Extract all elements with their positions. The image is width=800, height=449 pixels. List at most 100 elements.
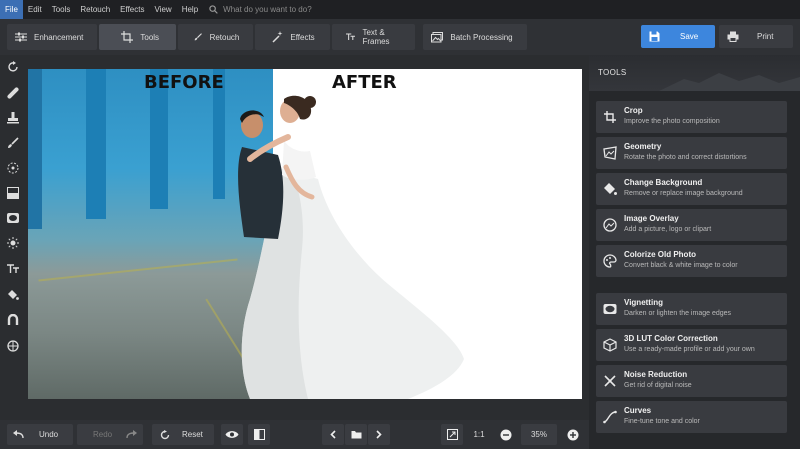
tab-enhancement-label: Enhancement xyxy=(34,32,84,42)
tool-title: Noise Reduction xyxy=(624,370,688,379)
tab-tools-label: Tools xyxy=(140,32,160,42)
zoom-value[interactable]: 35% xyxy=(521,424,557,445)
bandage-icon xyxy=(7,87,19,99)
menu-retouch[interactable]: Retouch xyxy=(75,0,115,19)
radial-tool[interactable] xyxy=(5,160,21,176)
bottom-bar: Undo Redo Reset 1:1 35% xyxy=(0,420,589,449)
undo-button[interactable]: Undo xyxy=(7,424,73,445)
fill-tool[interactable] xyxy=(5,287,21,303)
tool-noise-reduction[interactable]: Noise Reduction Get rid of digital noise xyxy=(596,365,787,397)
zoom-in-button[interactable] xyxy=(563,424,583,445)
target-tool[interactable] xyxy=(5,338,21,354)
reset-icon xyxy=(160,429,170,439)
redo-label: Redo xyxy=(93,430,113,439)
tool-desc: Convert black & white image to color xyxy=(624,262,738,269)
tool-title: Vignetting xyxy=(624,298,663,307)
magnet-icon xyxy=(7,314,19,325)
menu-help[interactable]: Help xyxy=(177,0,203,19)
menu-edit[interactable]: Edit xyxy=(23,0,47,19)
tab-batch-processing[interactable]: Batch Processing xyxy=(423,24,527,50)
tab-retouch[interactable]: Retouch xyxy=(178,24,254,50)
tool-desc: Get rid of digital noise xyxy=(624,382,692,389)
noise-icon xyxy=(604,375,616,387)
tool-desc: Remove or replace image background xyxy=(624,190,743,197)
before-label: BEFORE xyxy=(144,72,224,93)
vignette-tool[interactable] xyxy=(5,210,21,226)
sliders-icon xyxy=(15,32,27,42)
geometry-icon xyxy=(603,146,617,160)
undo-icon xyxy=(13,430,24,439)
vignette-icon xyxy=(7,213,19,223)
crop-icon xyxy=(121,31,134,43)
brush-tool[interactable] xyxy=(5,135,21,151)
tool-crop[interactable]: Crop Improve the photo composition xyxy=(596,101,787,133)
zoom-out-button[interactable] xyxy=(496,424,516,445)
zoom-out-icon xyxy=(500,429,512,440)
photo-canvas[interactable]: BEFORE AFTER xyxy=(28,69,582,399)
light-tool[interactable] xyxy=(5,235,21,251)
gradient-tool[interactable] xyxy=(5,185,21,201)
next-image-button[interactable] xyxy=(368,424,390,445)
tool-desc: Fine-tune tone and color xyxy=(624,418,700,425)
open-folder-button[interactable] xyxy=(345,424,367,445)
prev-image-button[interactable] xyxy=(322,424,344,445)
eye-icon xyxy=(225,431,239,438)
tool-title: Colorize Old Photo xyxy=(624,250,696,259)
tool-colorize[interactable]: Colorize Old Photo Convert black & white… xyxy=(596,245,787,277)
menu-effects[interactable]: Effects xyxy=(115,0,149,19)
compare-button[interactable] xyxy=(248,424,270,445)
tool-title: Image Overlay xyxy=(624,214,679,223)
print-button[interactable]: Print xyxy=(719,25,793,48)
menu-view[interactable]: View xyxy=(149,0,176,19)
radial-icon xyxy=(7,162,19,174)
cube-icon xyxy=(603,338,617,352)
redo-icon xyxy=(126,430,138,439)
curves-icon xyxy=(603,410,617,424)
tool-title: Crop xyxy=(624,106,643,115)
tool-title: Curves xyxy=(624,406,652,415)
sun-icon xyxy=(7,237,19,249)
tool-3d-lut[interactable]: 3D LUT Color Correction Use a ready-made… xyxy=(596,329,787,361)
tool-geometry[interactable]: Geometry Rotate the photo and correct di… xyxy=(596,137,787,169)
search-placeholder: What do you want to do? xyxy=(223,5,312,14)
zoom-in-icon xyxy=(567,429,579,440)
rotate-tool[interactable] xyxy=(5,59,21,75)
menu-tools[interactable]: Tools xyxy=(47,0,76,19)
bucket-icon xyxy=(604,183,617,195)
menu-file[interactable]: File xyxy=(0,0,23,19)
tool-desc: Rotate the photo and correct distortions xyxy=(624,154,747,161)
fit-screen-button[interactable] xyxy=(441,424,463,445)
save-button[interactable]: Save xyxy=(641,25,715,48)
tool-title: Change Background xyxy=(624,178,703,187)
tool-desc: Darken or lighten the image edges xyxy=(624,310,732,317)
tool-desc: Improve the photo composition xyxy=(624,118,720,125)
heal-tool[interactable] xyxy=(5,85,21,101)
reset-button[interactable]: Reset xyxy=(152,424,214,445)
text-icon xyxy=(346,33,356,41)
stamp-tool[interactable] xyxy=(5,110,21,126)
images-icon xyxy=(431,31,444,42)
tab-text-frames[interactable]: Text & Frames xyxy=(332,24,416,50)
folder-icon xyxy=(351,431,361,439)
search-icon xyxy=(209,5,218,14)
tool-change-background[interactable]: Change Background Remove or replace imag… xyxy=(596,173,787,205)
tool-image-overlay[interactable]: Image Overlay Add a picture, logo or cli… xyxy=(596,209,787,241)
actual-size-button[interactable]: 1:1 xyxy=(468,424,490,445)
text-icon xyxy=(7,264,19,273)
tool-vignetting[interactable]: Vignetting Darken or lighten the image e… xyxy=(596,293,787,325)
tab-tools[interactable]: Tools xyxy=(99,24,177,50)
menu-bar: File Edit Tools Retouch Effects View Hel… xyxy=(0,0,800,19)
tab-effects[interactable]: Effects xyxy=(255,24,331,50)
search-box[interactable]: What do you want to do? xyxy=(209,5,312,14)
tab-batch-label: Batch Processing xyxy=(450,32,513,42)
tool-curves[interactable]: Curves Fine-tune tone and color xyxy=(596,401,787,433)
rotate-icon xyxy=(8,61,18,72)
tab-enhancement[interactable]: Enhancement xyxy=(7,24,98,50)
preview-eye-button[interactable] xyxy=(221,424,243,445)
text-tool[interactable] xyxy=(5,261,21,277)
redo-button[interactable]: Redo xyxy=(77,424,143,445)
magnet-tool[interactable] xyxy=(5,312,21,328)
left-tool-strip xyxy=(0,55,26,420)
tool-title: 3D LUT Color Correction xyxy=(624,334,718,343)
couple-figure xyxy=(238,95,464,399)
